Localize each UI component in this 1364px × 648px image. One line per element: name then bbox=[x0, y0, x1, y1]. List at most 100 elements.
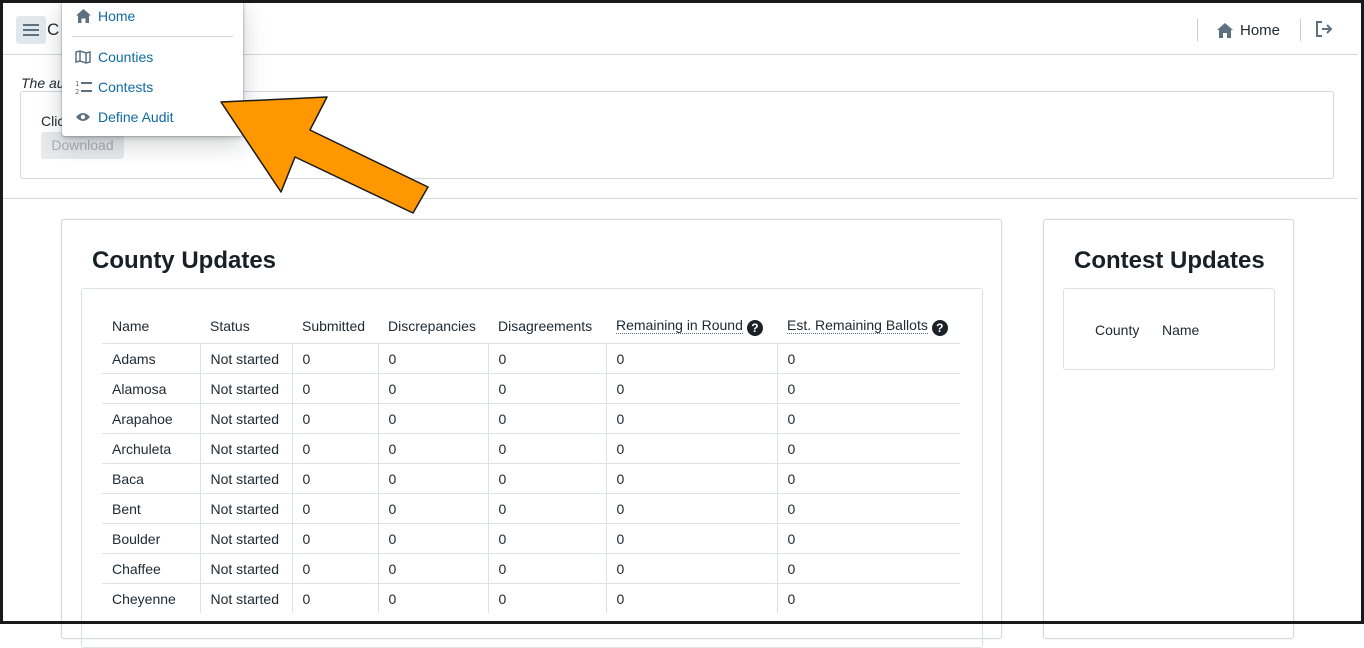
remaining-in-round-label: Remaining in Round bbox=[616, 316, 743, 334]
navigation-dropdown-menu: Home Counties 1 2 Contests Define Audit bbox=[62, 0, 243, 136]
table-cell: 0 bbox=[487, 433, 606, 464]
column-header-submitted[interactable]: Submitted bbox=[292, 309, 378, 344]
table-row[interactable]: Bent Not started 0 0 0 0 0 bbox=[102, 493, 960, 524]
section-divider bbox=[3, 198, 1358, 199]
table-cell: 0 bbox=[377, 523, 488, 554]
menu-divider bbox=[72, 36, 233, 37]
help-icon[interactable]: ? bbox=[746, 319, 763, 336]
table-cell: Not started bbox=[199, 493, 292, 524]
table-cell: Not started bbox=[199, 553, 292, 584]
table-row[interactable]: Baca Not started 0 0 0 0 0 bbox=[102, 463, 960, 494]
menu-item-counties[interactable]: Counties bbox=[74, 46, 153, 68]
menu-item-label: Contests bbox=[98, 79, 154, 95]
home-icon bbox=[74, 7, 92, 25]
county-updates-title: County Updates bbox=[92, 247, 277, 274]
column-header-county[interactable]: County bbox=[1095, 322, 1139, 338]
table-row[interactable]: Arapahoe Not started 0 0 0 0 0 bbox=[102, 403, 960, 434]
table-cell: 0 bbox=[605, 493, 777, 524]
help-icon[interactable]: ? bbox=[931, 319, 948, 336]
table-cell: 0 bbox=[291, 553, 378, 584]
contest-table-container: County Name bbox=[1063, 288, 1275, 370]
navbar-home-link[interactable]: Home bbox=[1216, 18, 1280, 42]
table-cell: 0 bbox=[291, 523, 378, 554]
table-cell: 0 bbox=[291, 433, 378, 464]
column-header-name[interactable]: Name bbox=[102, 309, 200, 344]
table-row[interactable]: Alamosa Not started 0 0 0 0 0 bbox=[102, 373, 960, 404]
table-cell: Not started bbox=[199, 433, 292, 464]
table-row[interactable]: Archuleta Not started 0 0 0 0 0 bbox=[102, 433, 960, 464]
county-name-cell: Baca bbox=[102, 463, 200, 494]
menu-item-label: Counties bbox=[98, 49, 154, 65]
table-cell: 0 bbox=[605, 553, 777, 584]
contest-updates-card: Contest Updates County Name bbox=[1043, 219, 1294, 639]
table-cell: 0 bbox=[487, 343, 606, 374]
column-header-contest-name[interactable]: Name bbox=[1162, 322, 1199, 338]
table-cell: 0 bbox=[776, 373, 960, 404]
column-header-status[interactable]: Status bbox=[200, 309, 292, 344]
table-cell: 0 bbox=[377, 343, 488, 374]
table-cell: 0 bbox=[291, 373, 378, 404]
download-button[interactable]: Download bbox=[41, 132, 124, 159]
table-cell: 0 bbox=[291, 463, 378, 494]
menu-item-contests[interactable]: 1 2 Contests bbox=[74, 76, 154, 98]
county-name-cell: Adams bbox=[102, 343, 200, 374]
county-name-cell: Archuleta bbox=[102, 433, 200, 464]
contest-updates-title: Contest Updates bbox=[1074, 247, 1265, 274]
audit-status-text: The au bbox=[21, 75, 65, 91]
menu-item-label: Home bbox=[98, 8, 136, 24]
county-updates-table: Name Status Submitted Discrepancies Disa… bbox=[102, 309, 960, 613]
table-header-row: Name Status Submitted Discrepancies Disa… bbox=[102, 309, 960, 344]
table-cell: 0 bbox=[605, 343, 777, 374]
table-cell: 0 bbox=[605, 373, 777, 404]
eye-icon bbox=[74, 108, 92, 126]
menu-item-define-audit[interactable]: Define Audit bbox=[74, 106, 174, 128]
table-cell: 0 bbox=[377, 463, 488, 494]
table-row[interactable]: Cheyenne Not started 0 0 0 0 0 bbox=[102, 583, 960, 613]
table-cell: 0 bbox=[776, 583, 960, 613]
table-cell: 0 bbox=[377, 583, 488, 613]
menu-item-home[interactable]: Home bbox=[74, 5, 135, 27]
table-cell: 0 bbox=[487, 373, 606, 404]
county-name-cell: Bent bbox=[102, 493, 200, 524]
map-icon bbox=[74, 48, 92, 66]
table-cell: 0 bbox=[605, 433, 777, 464]
table-cell: 0 bbox=[377, 403, 488, 434]
table-cell: 0 bbox=[776, 433, 960, 464]
table-cell: 0 bbox=[605, 403, 777, 434]
table-cell: 0 bbox=[487, 553, 606, 584]
table-cell: 0 bbox=[377, 493, 488, 524]
column-header-disagreements[interactable]: Disagreements bbox=[488, 309, 606, 344]
table-cell: 0 bbox=[291, 583, 378, 613]
table-cell: 0 bbox=[487, 493, 606, 524]
table-cell: 0 bbox=[487, 463, 606, 494]
hamburger-icon bbox=[23, 24, 39, 36]
table-cell: 0 bbox=[776, 463, 960, 494]
table-cell: 0 bbox=[605, 583, 777, 613]
table-cell: 0 bbox=[377, 373, 488, 404]
table-row[interactable]: Boulder Not started 0 0 0 0 0 bbox=[102, 523, 960, 554]
navbar-divider bbox=[1197, 19, 1198, 41]
column-header-est-remaining-ballots[interactable]: Est. Remaining Ballots? bbox=[777, 309, 960, 344]
app-title: C bbox=[47, 20, 60, 39]
table-cell: 0 bbox=[377, 553, 488, 584]
numbered-list-icon: 1 2 bbox=[74, 78, 92, 96]
table-cell: 0 bbox=[776, 403, 960, 434]
column-header-remaining-in-round[interactable]: Remaining in Round? bbox=[606, 309, 777, 344]
column-header-discrepancies[interactable]: Discrepancies bbox=[378, 309, 488, 344]
table-cell: Not started bbox=[199, 343, 292, 374]
table-row[interactable]: Adams Not started 0 0 0 0 0 bbox=[102, 343, 960, 374]
table-cell: 0 bbox=[377, 433, 488, 464]
svg-text:2: 2 bbox=[75, 88, 79, 95]
table-cell: 0 bbox=[291, 343, 378, 374]
table-cell: 0 bbox=[487, 583, 606, 613]
menu-button[interactable] bbox=[16, 16, 46, 44]
log-out-icon[interactable] bbox=[1315, 20, 1333, 38]
table-row[interactable]: Chaffee Not started 0 0 0 0 0 bbox=[102, 553, 960, 584]
table-cell: 0 bbox=[487, 523, 606, 554]
county-name-cell: Chaffee bbox=[102, 553, 200, 584]
table-cell: 0 bbox=[291, 493, 378, 524]
svg-text:1: 1 bbox=[75, 80, 79, 88]
table-cell: 0 bbox=[776, 493, 960, 524]
table-cell: 0 bbox=[605, 523, 777, 554]
county-table-container: Name Status Submitted Discrepancies Disa… bbox=[81, 288, 983, 648]
